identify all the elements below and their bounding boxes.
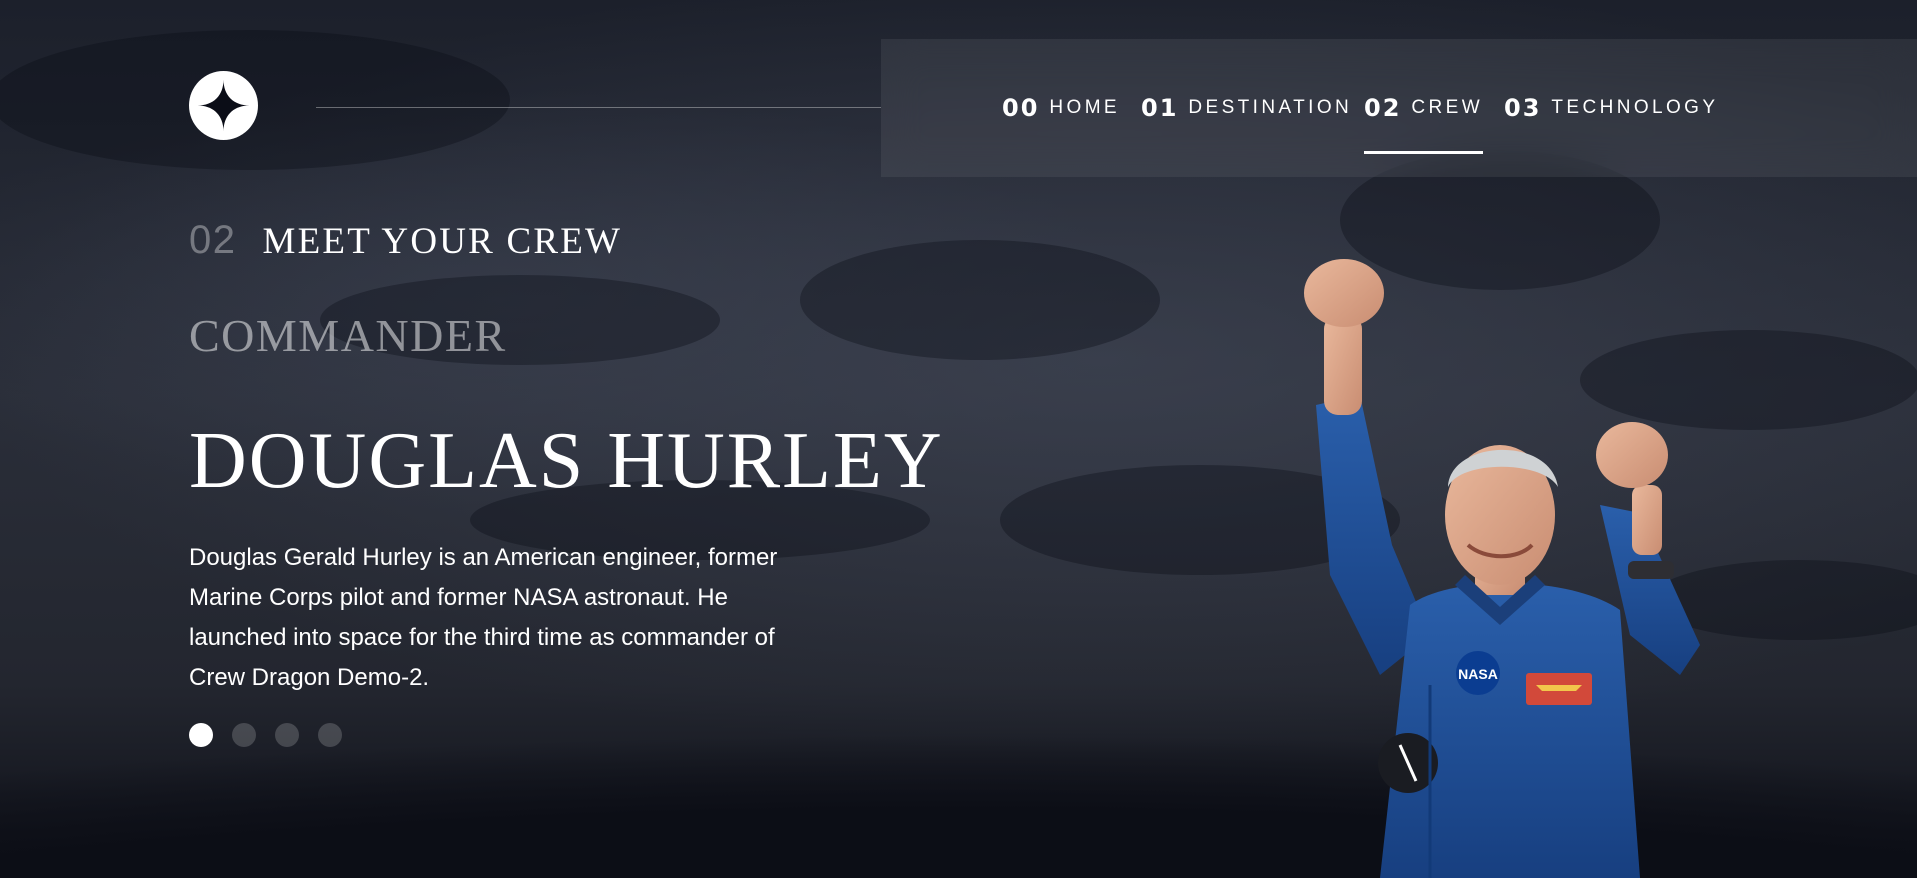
nav-item-destination[interactable]: 01 DESTINATION [1141, 39, 1352, 177]
star-logo-icon[interactable] [189, 71, 258, 140]
nav-item-number: 02 [1364, 94, 1402, 122]
slider-dot-4[interactable] [318, 723, 342, 747]
nav-item-label: DESTINATION [1188, 97, 1353, 118]
nav-item-crew[interactable]: 02 CREW [1364, 39, 1484, 177]
main-navigation: 00 HOME 01 DESTINATION 02 CREW 03 TECHNO… [881, 39, 1917, 177]
nav-item-number: 01 [1141, 94, 1179, 122]
crew-bio: Douglas Gerald Hurley is an American eng… [189, 544, 778, 691]
page-heading-text: MEET YOUR CREW [262, 221, 623, 262]
page-heading-number: 02 [189, 218, 237, 262]
nasa-patch-text: NASA [1458, 666, 1498, 682]
crew-slider-dots [189, 723, 342, 747]
nav-item-number: 00 [1002, 94, 1040, 122]
crew-member-photo: NASA [1280, 255, 1760, 878]
slider-dot-3[interactable] [275, 723, 299, 747]
page-heading: 02 MEET YOUR CREW [189, 218, 622, 263]
crew-name: DOUGLAS HURLEY [189, 417, 944, 505]
crew-role: COMMANDER [189, 310, 507, 361]
nav-item-label: HOME [1049, 97, 1121, 118]
nav-item-label: TECHNOLOGY [1551, 97, 1719, 118]
nav-item-label: CREW [1411, 97, 1484, 118]
slider-dot-1[interactable] [189, 723, 213, 747]
nav-item-technology[interactable]: 03 TECHNOLOGY [1504, 39, 1718, 177]
slider-dot-2[interactable] [232, 723, 256, 747]
nav-item-number: 03 [1504, 94, 1542, 122]
header-divider [316, 107, 881, 108]
nav-item-home[interactable]: 00 HOME [1002, 39, 1120, 177]
